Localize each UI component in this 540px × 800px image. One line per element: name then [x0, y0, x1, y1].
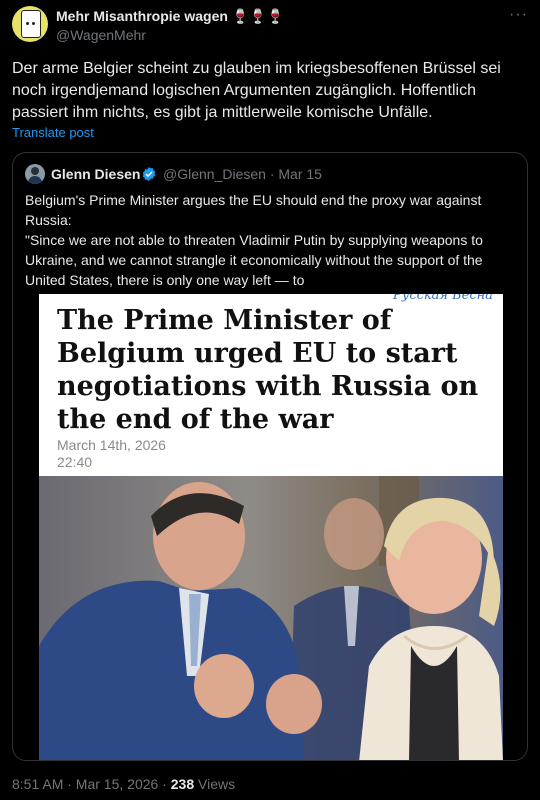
- views-count: 238: [170, 776, 195, 792]
- views-label: Views: [194, 776, 236, 792]
- media-date: March 14th, 2026 22:40: [57, 437, 166, 471]
- news-photo: [39, 476, 503, 760]
- author-name[interactable]: Mehr Misanthropie wagen 🍷🍷🍷: [56, 8, 284, 25]
- tweet: Mehr Misanthropie wagen 🍷🍷🍷 @WagenMehr ·…: [0, 0, 540, 800]
- quoted-author-avatar[interactable]: [25, 164, 45, 184]
- quoted-line: Belgium's Prime Minister argues the EU s…: [25, 192, 482, 208]
- author-handle[interactable]: @WagenMehr: [56, 27, 146, 43]
- media-date-time: 22:40: [57, 454, 93, 470]
- tweet-text: Der arme Belgier scheint zu glauben im k…: [12, 60, 501, 121]
- translate-link[interactable]: Translate post: [12, 125, 94, 140]
- tweet-timestamp[interactable]: 8:51 AM · Mar 15, 2026 ·: [12, 776, 171, 792]
- quoted-tweet[interactable]: Glenn Diesen @Glenn_Diesen · Mar 15 Belg…: [12, 152, 528, 761]
- media-source-label: Русская Весна: [393, 294, 493, 303]
- media-date-day: March 14th, 2026: [57, 437, 166, 453]
- more-icon[interactable]: ···: [509, 6, 528, 24]
- quoted-author-name[interactable]: Glenn Diesen: [51, 166, 140, 182]
- quoted-media-image[interactable]: Русская Весна The Prime Minister of Belg…: [39, 294, 503, 760]
- tweet-footer: 8:51 AM · Mar 15, 2026 · 238 Views: [12, 776, 235, 792]
- quoted-line: Russia:: [25, 212, 72, 228]
- quoted-line: "Since we are not able to threaten Vladi…: [25, 232, 483, 248]
- verified-badge-icon: [142, 167, 156, 181]
- quoted-line: Ukraine, and we cannot strangle it econo…: [25, 252, 483, 268]
- quoted-tweet-text: Belgium's Prime Minister argues the EU s…: [25, 190, 517, 290]
- media-headline: The Prime Minister of Belgium urged EU t…: [57, 305, 479, 435]
- quoted-line: United States, there is only one way lef…: [25, 272, 305, 288]
- quoted-author-handle-date[interactable]: @Glenn_Diesen · Mar 15: [163, 166, 322, 182]
- author-avatar[interactable]: [12, 6, 48, 42]
- avatar-face-icon: [21, 10, 41, 38]
